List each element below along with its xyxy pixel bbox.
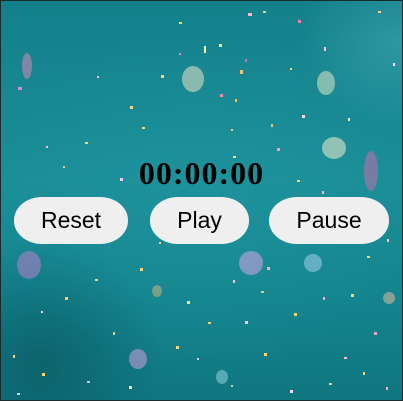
pause-button[interactable]: Pause: [269, 197, 389, 244]
play-button[interactable]: Play: [150, 197, 249, 244]
reset-button[interactable]: Reset: [14, 197, 128, 244]
stopwatch-app: 00:00:00 Reset Play Pause: [0, 0, 403, 401]
timer-display: 00:00:00: [138, 155, 265, 191]
